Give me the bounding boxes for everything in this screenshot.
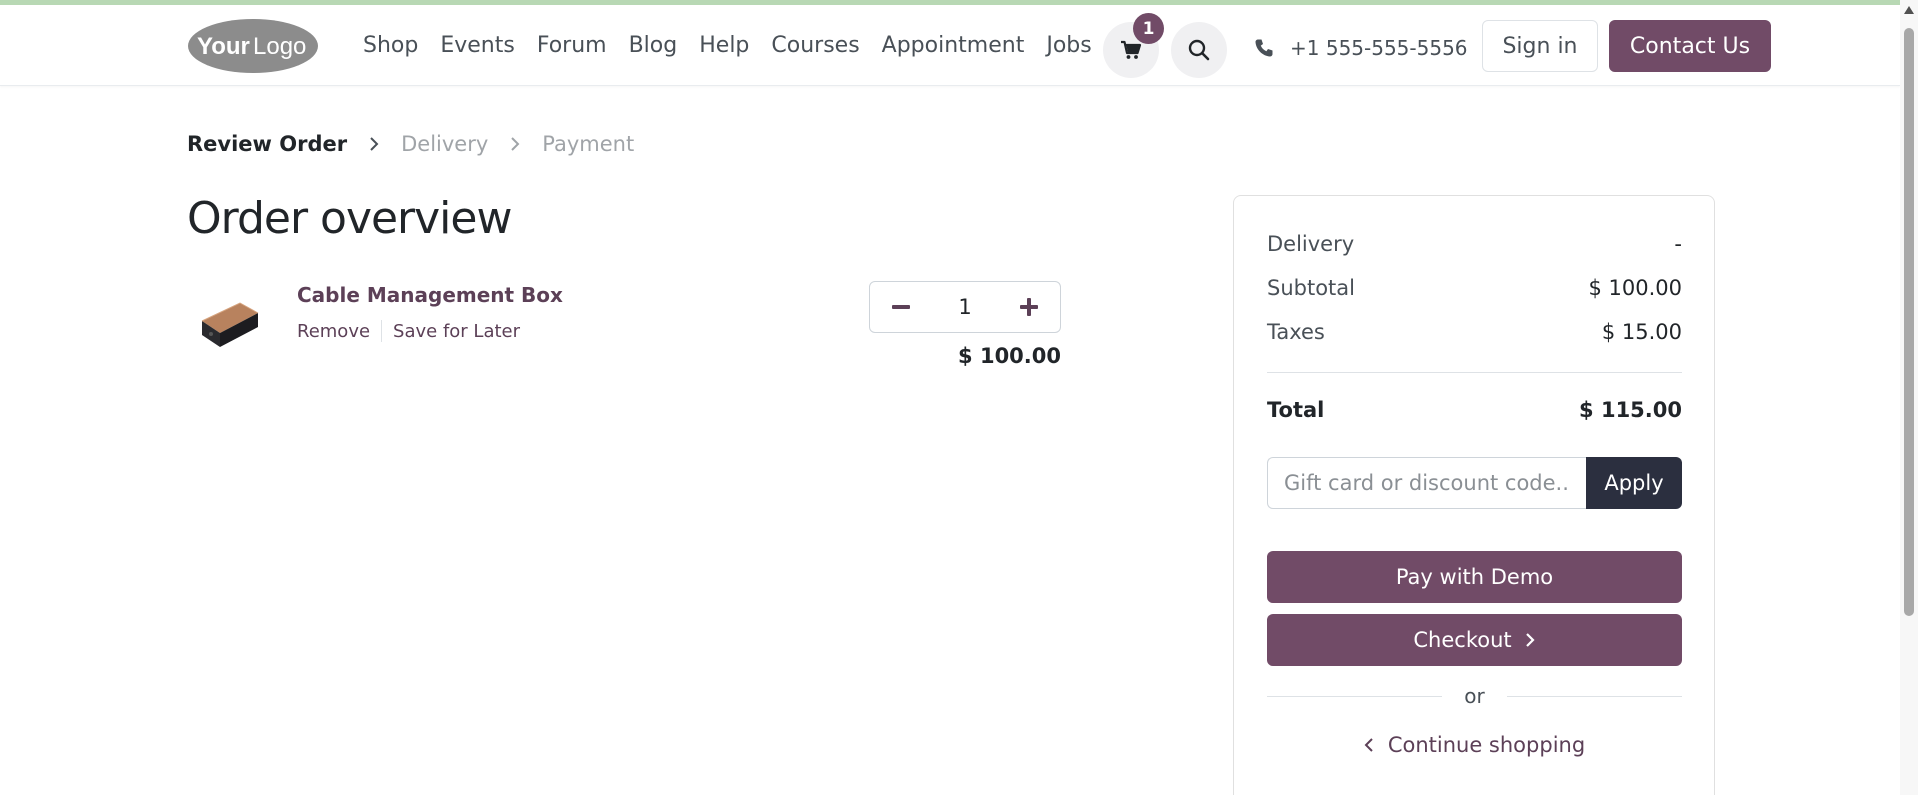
cart-count-badge: 1: [1133, 13, 1164, 44]
total-value: $ 115.00: [1579, 398, 1682, 422]
continue-shopping-link[interactable]: Continue shopping: [1267, 733, 1682, 757]
discount-form: Apply: [1267, 457, 1682, 509]
checkout-button[interactable]: Checkout: [1267, 614, 1682, 666]
quantity-stepper: [869, 281, 1061, 333]
nav-shop[interactable]: Shop: [352, 33, 429, 58]
taxes-row: Taxes $ 15.00: [1267, 320, 1682, 344]
nav-blog[interactable]: Blog: [618, 33, 689, 58]
delivery-label: Delivery: [1267, 232, 1355, 256]
page-title: Order overview: [187, 193, 512, 244]
minus-icon: [892, 305, 910, 309]
discount-code-input[interactable]: [1267, 457, 1586, 509]
line-item-price: $ 100.00: [958, 344, 1061, 368]
subtotal-label: Subtotal: [1267, 276, 1355, 300]
pay-with-demo-label: Pay with Demo: [1395, 565, 1554, 589]
or-line-right: [1506, 695, 1682, 697]
breadcrumb-delivery: Delivery: [401, 132, 489, 156]
product-image[interactable]: [196, 285, 264, 353]
save-for-later-link[interactable]: Save for Later: [393, 321, 520, 342]
chevron-right-icon: [511, 137, 520, 151]
cart-icon: [1121, 40, 1142, 59]
order-summary-card: Delivery - Subtotal $ 100.00 Taxes $ 15.…: [1233, 195, 1715, 795]
scrollbar-thumb[interactable]: [1904, 28, 1914, 616]
site-header: Your Logo Shop Events Forum Blog Help Co…: [0, 5, 1900, 86]
plus-icon: [1020, 298, 1038, 316]
quantity-input[interactable]: [935, 295, 995, 319]
main-nav: Shop Events Forum Blog Help Courses Appo…: [352, 5, 1103, 86]
search-icon: [1188, 39, 1210, 61]
chevron-right-icon: [370, 137, 379, 151]
nav-courses[interactable]: Courses: [760, 33, 870, 58]
nav-jobs[interactable]: Jobs: [1035, 33, 1102, 58]
or-label: or: [1464, 684, 1485, 708]
increase-quantity-button[interactable]: [1012, 290, 1046, 324]
continue-shopping-label: Continue shopping: [1387, 733, 1586, 757]
decrease-quantity-button[interactable]: [884, 290, 918, 324]
chevron-left-icon: [1364, 738, 1373, 752]
nav-help[interactable]: Help: [688, 33, 760, 58]
nav-events[interactable]: Events: [429, 33, 526, 58]
company-logo[interactable]: Your Logo: [187, 18, 319, 74]
taxes-value: $ 15.00: [1601, 320, 1682, 344]
breadcrumb-review-order: Review Order: [187, 132, 348, 156]
actions-divider: [381, 320, 383, 342]
page-scrollbar[interactable]: [1900, 0, 1918, 795]
contact-us-button[interactable]: Contact Us: [1609, 20, 1771, 72]
remove-link[interactable]: Remove: [297, 321, 370, 342]
product-actions: Remove Save for Later: [297, 320, 520, 342]
or-line-left: [1267, 695, 1443, 697]
total-row: Total $ 115.00: [1267, 398, 1682, 422]
logo-text-main: Your: [197, 33, 250, 60]
delivery-row: Delivery -: [1267, 232, 1682, 256]
scroll-up-arrow-icon[interactable]: [1904, 6, 1914, 14]
summary-divider: [1267, 372, 1682, 373]
search-button[interactable]: [1171, 22, 1227, 78]
phone-icon: [1255, 39, 1273, 57]
logo-text-accent: Logo: [253, 33, 306, 60]
chevron-right-icon: [1525, 633, 1535, 647]
pay-with-demo-button[interactable]: Pay with Demo: [1267, 551, 1682, 603]
sign-in-button[interactable]: Sign in: [1482, 20, 1598, 72]
nav-forum[interactable]: Forum: [526, 33, 618, 58]
checkout-label: Checkout: [1413, 628, 1512, 652]
apply-discount-button[interactable]: Apply: [1586, 457, 1682, 509]
subtotal-value: $ 100.00: [1588, 276, 1682, 300]
breadcrumb-payment: Payment: [542, 132, 635, 156]
checkout-breadcrumb: Review Order Delivery Payment: [187, 132, 634, 156]
taxes-label: Taxes: [1267, 320, 1325, 344]
phone-number[interactable]: +1 555-555-5556: [1290, 36, 1468, 60]
nav-appointment[interactable]: Appointment: [871, 33, 1036, 58]
total-label: Total: [1267, 398, 1325, 422]
delivery-value: -: [1674, 232, 1682, 256]
or-separator: or: [1267, 684, 1682, 708]
product-name-link[interactable]: Cable Management Box: [297, 283, 563, 307]
subtotal-row: Subtotal $ 100.00: [1267, 276, 1682, 300]
